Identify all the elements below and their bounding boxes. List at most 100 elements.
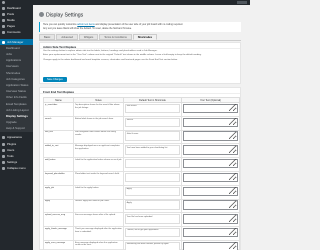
setting-description: Top description shown for the search fil… — [73, 102, 124, 117]
notice-link[interactable]: admin text items — [77, 23, 94, 26]
your-text-input[interactable] — [182, 117, 239, 128]
table-row: apply_job Label for the apply button. Appl… — [43, 184, 240, 200]
briefcase-icon — [2, 40, 5, 44]
notice-text: and display presentation of the user sid… — [95, 23, 183, 27]
setting-description: Thank you message displayed after the ap… — [73, 226, 124, 241]
menu-label: Tools — [7, 154, 14, 158]
menu-label: Collapse menu — [7, 166, 26, 171]
menu-label: Job Categories — [6, 76, 25, 81]
your-text-cell — [181, 198, 240, 214]
sidebar-item[interactable]: Collapse menu — [0, 166, 33, 172]
your-text-input[interactable] — [182, 186, 239, 197]
setting-description: Message displayed once an applicant comp… — [73, 143, 124, 159]
table-row: apply Generic apply text used on job card… — [43, 198, 240, 214]
your-text-cell — [181, 102, 240, 117]
setting-name: added_to_cart — [43, 143, 74, 159]
setting-name: apply_thanks_message — [43, 226, 74, 241]
your-text-input[interactable] — [182, 214, 239, 224]
menu-label: Interview Status — [6, 89, 26, 94]
default-text-cell: Search — [123, 115, 182, 131]
wrench-icon — [2, 154, 5, 158]
menu-label: Applications — [6, 58, 22, 63]
default-text-cell: Job search — [123, 102, 182, 117]
table-row: keyword_placeholder Placeholder text insi… — [43, 170, 240, 186]
your-text-cell — [181, 143, 240, 159]
setting-name: apply_job — [43, 184, 74, 200]
info-notice: Here you can quickly customize admin tex… — [39, 22, 241, 32]
setting-description: Error message displayed when the applica… — [73, 239, 124, 250]
menu-label: Email Templates — [6, 101, 27, 106]
menu-label: Job Manager — [7, 39, 24, 44]
default-text-cell — [123, 170, 182, 186]
default-text: Job search — [124, 103, 181, 114]
section-heading: Front End Text Replace — [40, 88, 240, 94]
admin-sidebar: Dashboard Posts Media Pages Comments Job Mana… — [0, 5, 33, 250]
page-title-text: Display Settings — [46, 12, 84, 19]
default-text: You have been added to your shortlisting… — [124, 145, 181, 155]
default-text: Apply — [124, 200, 181, 210]
dashboard-icon — [2, 6, 5, 10]
your-text-input[interactable] — [182, 103, 239, 114]
brush-icon — [2, 136, 5, 140]
setting-name: upload_success_msg — [43, 212, 74, 228]
menu-label: Dashboard — [7, 5, 21, 10]
default-text-cell: You have been added to your shortlisting… — [123, 143, 182, 159]
save-changes-button[interactable]: Save Changes — [43, 77, 67, 82]
setting-name: jc_searchbox — [43, 102, 74, 117]
default-text-cell: Jobs & more — [123, 129, 182, 145]
default-text: Jobs & more — [124, 131, 181, 141]
setting-description: Label for the application button shown o… — [73, 157, 124, 172]
your-text-input[interactable] — [182, 172, 239, 183]
default-text — [124, 172, 181, 183]
your-text-input[interactable] — [182, 227, 239, 238]
default-text-cell: Apply — [123, 184, 182, 200]
menu-label: Appearance — [7, 135, 23, 140]
default-text: Search — [124, 117, 181, 128]
setting-name: apply_error_message — [43, 239, 74, 250]
comment-icon — [2, 31, 5, 35]
setting-name: apply — [43, 198, 74, 214]
collapse-icon — [2, 167, 5, 171]
table-row: apply_thanks_message Thank you message di… — [43, 226, 240, 241]
your-text-input[interactable] — [182, 200, 239, 210]
your-text-cell — [181, 212, 240, 228]
setting-description: Success message shown after a file uploa… — [73, 212, 124, 228]
menu-label: Job Listing Layout — [6, 107, 29, 112]
your-text-input[interactable] — [182, 158, 239, 169]
table-row: search Button label shown in the job sear… — [43, 115, 240, 131]
plugin-icon — [2, 142, 5, 146]
menu-label: Dashboard — [6, 45, 20, 50]
front-end-text-section: Front End Text Replace Name Notes Defaul… — [39, 87, 241, 250]
intro-paragraph: Changes apply to the admin dashboard and… — [43, 58, 178, 61]
table-row: add_button Label for the application butt… — [43, 157, 240, 172]
table-row: sub_nav Sub navigation label shown above … — [43, 129, 240, 145]
your-text-input[interactable] — [182, 241, 239, 250]
setting-name: keyword_placeholder — [43, 170, 74, 186]
menu-label: Posts — [7, 11, 14, 16]
menu-label: Media — [7, 18, 15, 23]
menu-label: Help & Support — [6, 126, 25, 131]
menu-label: Display Settings — [6, 113, 28, 118]
your-text-input[interactable] — [182, 131, 239, 141]
menu-label: Pages — [7, 24, 15, 29]
table-row: upload_success_msg Success message shown … — [43, 212, 240, 228]
your-text-cell — [181, 239, 240, 250]
table-row: added_to_cart Message displayed once an a… — [43, 143, 240, 159]
setting-name: search — [43, 115, 74, 131]
your-text-cell — [181, 184, 240, 200]
setting-description: Button label shown in the job search for… — [73, 115, 124, 131]
default-text: Something has been missed, please try ag… — [124, 241, 181, 250]
notice-text: Here you can quickly customize — [43, 23, 77, 27]
menu-label: Upgrade — [6, 120, 17, 125]
menu-label: Plugins — [7, 141, 17, 146]
media-icon — [2, 18, 5, 22]
your-text-input[interactable] — [182, 145, 239, 155]
your-text-cell — [181, 129, 240, 145]
account-menu[interactable] — [237, 1, 247, 4]
menu-label: Settings — [7, 160, 18, 165]
wordpress-logo-icon[interactable] — [2, 1, 5, 4]
default-text-cell: Something has been missed, please try ag… — [123, 239, 182, 250]
your-text-cell — [181, 157, 240, 172]
text-replace-table: Name Notes Default Text in Shortcode You… — [43, 97, 240, 250]
setting-name: add_button — [43, 157, 74, 172]
